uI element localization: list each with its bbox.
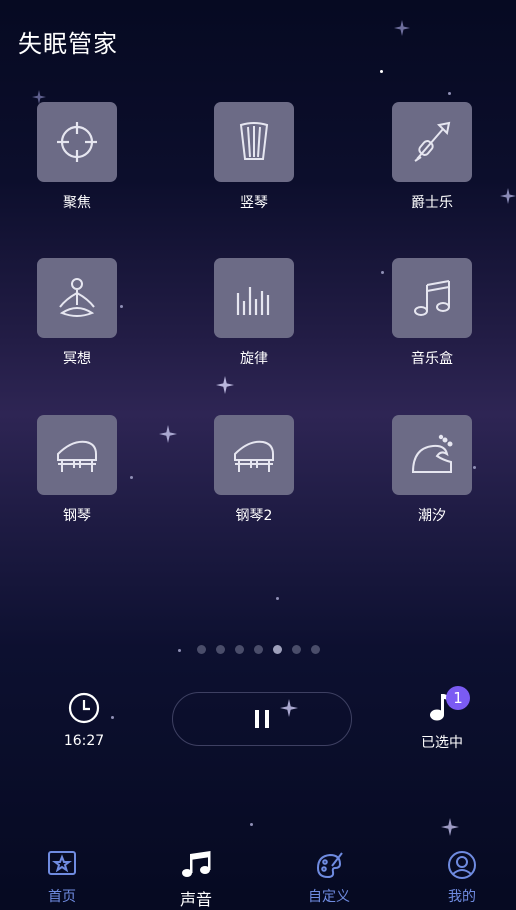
star-decoration bbox=[441, 818, 459, 836]
star-dot bbox=[250, 823, 253, 826]
clock-icon bbox=[68, 692, 100, 724]
sound-item-meditation[interactable]: 冥想 bbox=[17, 258, 137, 368]
selected-label: 已选中 bbox=[421, 735, 463, 751]
grand-piano-icon bbox=[57, 440, 97, 472]
nav-item-custom[interactable]: 自定义 bbox=[289, 850, 369, 906]
selected-sounds-button[interactable]: 1 已选中 bbox=[412, 686, 472, 752]
music-note-icon bbox=[414, 280, 450, 316]
sound-label: 竖琴 bbox=[240, 195, 268, 211]
palette-icon bbox=[316, 852, 343, 879]
sound-item-piano[interactable]: 钢琴 bbox=[17, 415, 137, 525]
page-dot-active[interactable] bbox=[272, 645, 282, 654]
sound-tile[interactable] bbox=[392, 258, 472, 338]
nav-label: 自定义 bbox=[308, 889, 350, 905]
sound-label: 钢琴2 bbox=[235, 508, 273, 524]
sound-item-harp[interactable]: 竖琴 bbox=[194, 102, 314, 212]
star-decoration bbox=[500, 188, 516, 204]
music-notes-icon bbox=[182, 851, 211, 877]
page-dot[interactable] bbox=[253, 645, 263, 654]
trumpet-icon bbox=[414, 121, 451, 162]
page-dot[interactable] bbox=[196, 645, 206, 654]
crosshair-icon bbox=[57, 122, 97, 162]
sound-label: 潮汐 bbox=[418, 508, 446, 524]
nav-label: 首页 bbox=[48, 889, 76, 905]
sound-item-melody[interactable]: 旋律 bbox=[194, 258, 314, 368]
sound-label: 聚焦 bbox=[63, 195, 91, 211]
sound-tile[interactable] bbox=[214, 258, 294, 338]
sound-item-tide[interactable]: 潮汐 bbox=[372, 415, 492, 525]
sound-item-focus[interactable]: 聚焦 bbox=[17, 102, 137, 212]
home-star-icon bbox=[48, 851, 76, 875]
nav-label: 我的 bbox=[448, 889, 476, 905]
pause-button[interactable] bbox=[172, 692, 352, 746]
nav-item-home[interactable]: 首页 bbox=[22, 850, 102, 906]
star-dot bbox=[380, 70, 383, 73]
nav-item-me[interactable]: 我的 bbox=[422, 850, 502, 906]
harp-icon bbox=[239, 122, 269, 160]
page-dot[interactable] bbox=[291, 645, 301, 654]
star-dot bbox=[111, 716, 114, 719]
selected-count-badge: 1 bbox=[446, 686, 470, 710]
sound-tile[interactable] bbox=[214, 102, 294, 182]
wave-icon bbox=[411, 434, 453, 473]
star-dot bbox=[448, 92, 451, 95]
sound-label: 爵士乐 bbox=[411, 195, 453, 211]
nav-label: 声音 bbox=[179, 890, 212, 909]
profile-icon bbox=[448, 851, 476, 879]
sound-label: 钢琴 bbox=[63, 508, 91, 524]
star-decoration bbox=[159, 425, 177, 443]
pause-icon bbox=[255, 710, 269, 728]
bottom-nav: 首页 声音 自定义 我的 bbox=[0, 850, 516, 909]
sound-tile[interactable] bbox=[37, 415, 117, 495]
sound-tile[interactable] bbox=[214, 415, 294, 495]
meditation-icon bbox=[59, 278, 95, 317]
page-dot[interactable] bbox=[215, 645, 225, 654]
sound-item-music-box[interactable]: 音乐盒 bbox=[372, 258, 492, 368]
page-dot[interactable] bbox=[234, 645, 244, 654]
timer-value: 16:27 bbox=[63, 733, 105, 749]
star-decoration bbox=[216, 376, 234, 394]
grand-piano-icon bbox=[234, 440, 274, 472]
equalizer-bars-icon bbox=[236, 287, 270, 315]
sound-label: 音乐盒 bbox=[411, 351, 453, 367]
sound-tile[interactable] bbox=[392, 415, 472, 495]
sound-item-piano2[interactable]: 钢琴2 bbox=[194, 415, 314, 525]
star-decoration bbox=[394, 20, 410, 36]
sound-item-jazz[interactable]: 爵士乐 bbox=[372, 102, 492, 212]
star-dot bbox=[276, 597, 279, 600]
sound-tile[interactable] bbox=[392, 102, 472, 182]
page-title: 失眠管家 bbox=[18, 30, 118, 58]
nav-item-sound[interactable]: 声音 bbox=[156, 850, 236, 910]
page-indicator bbox=[0, 645, 516, 654]
sound-tile[interactable] bbox=[37, 258, 117, 338]
sound-label: 旋律 bbox=[240, 351, 268, 367]
sound-label: 冥想 bbox=[63, 351, 91, 367]
sleep-timer[interactable]: 16:27 bbox=[60, 692, 108, 749]
page-dot[interactable] bbox=[310, 645, 320, 654]
sound-tile[interactable] bbox=[37, 102, 117, 182]
